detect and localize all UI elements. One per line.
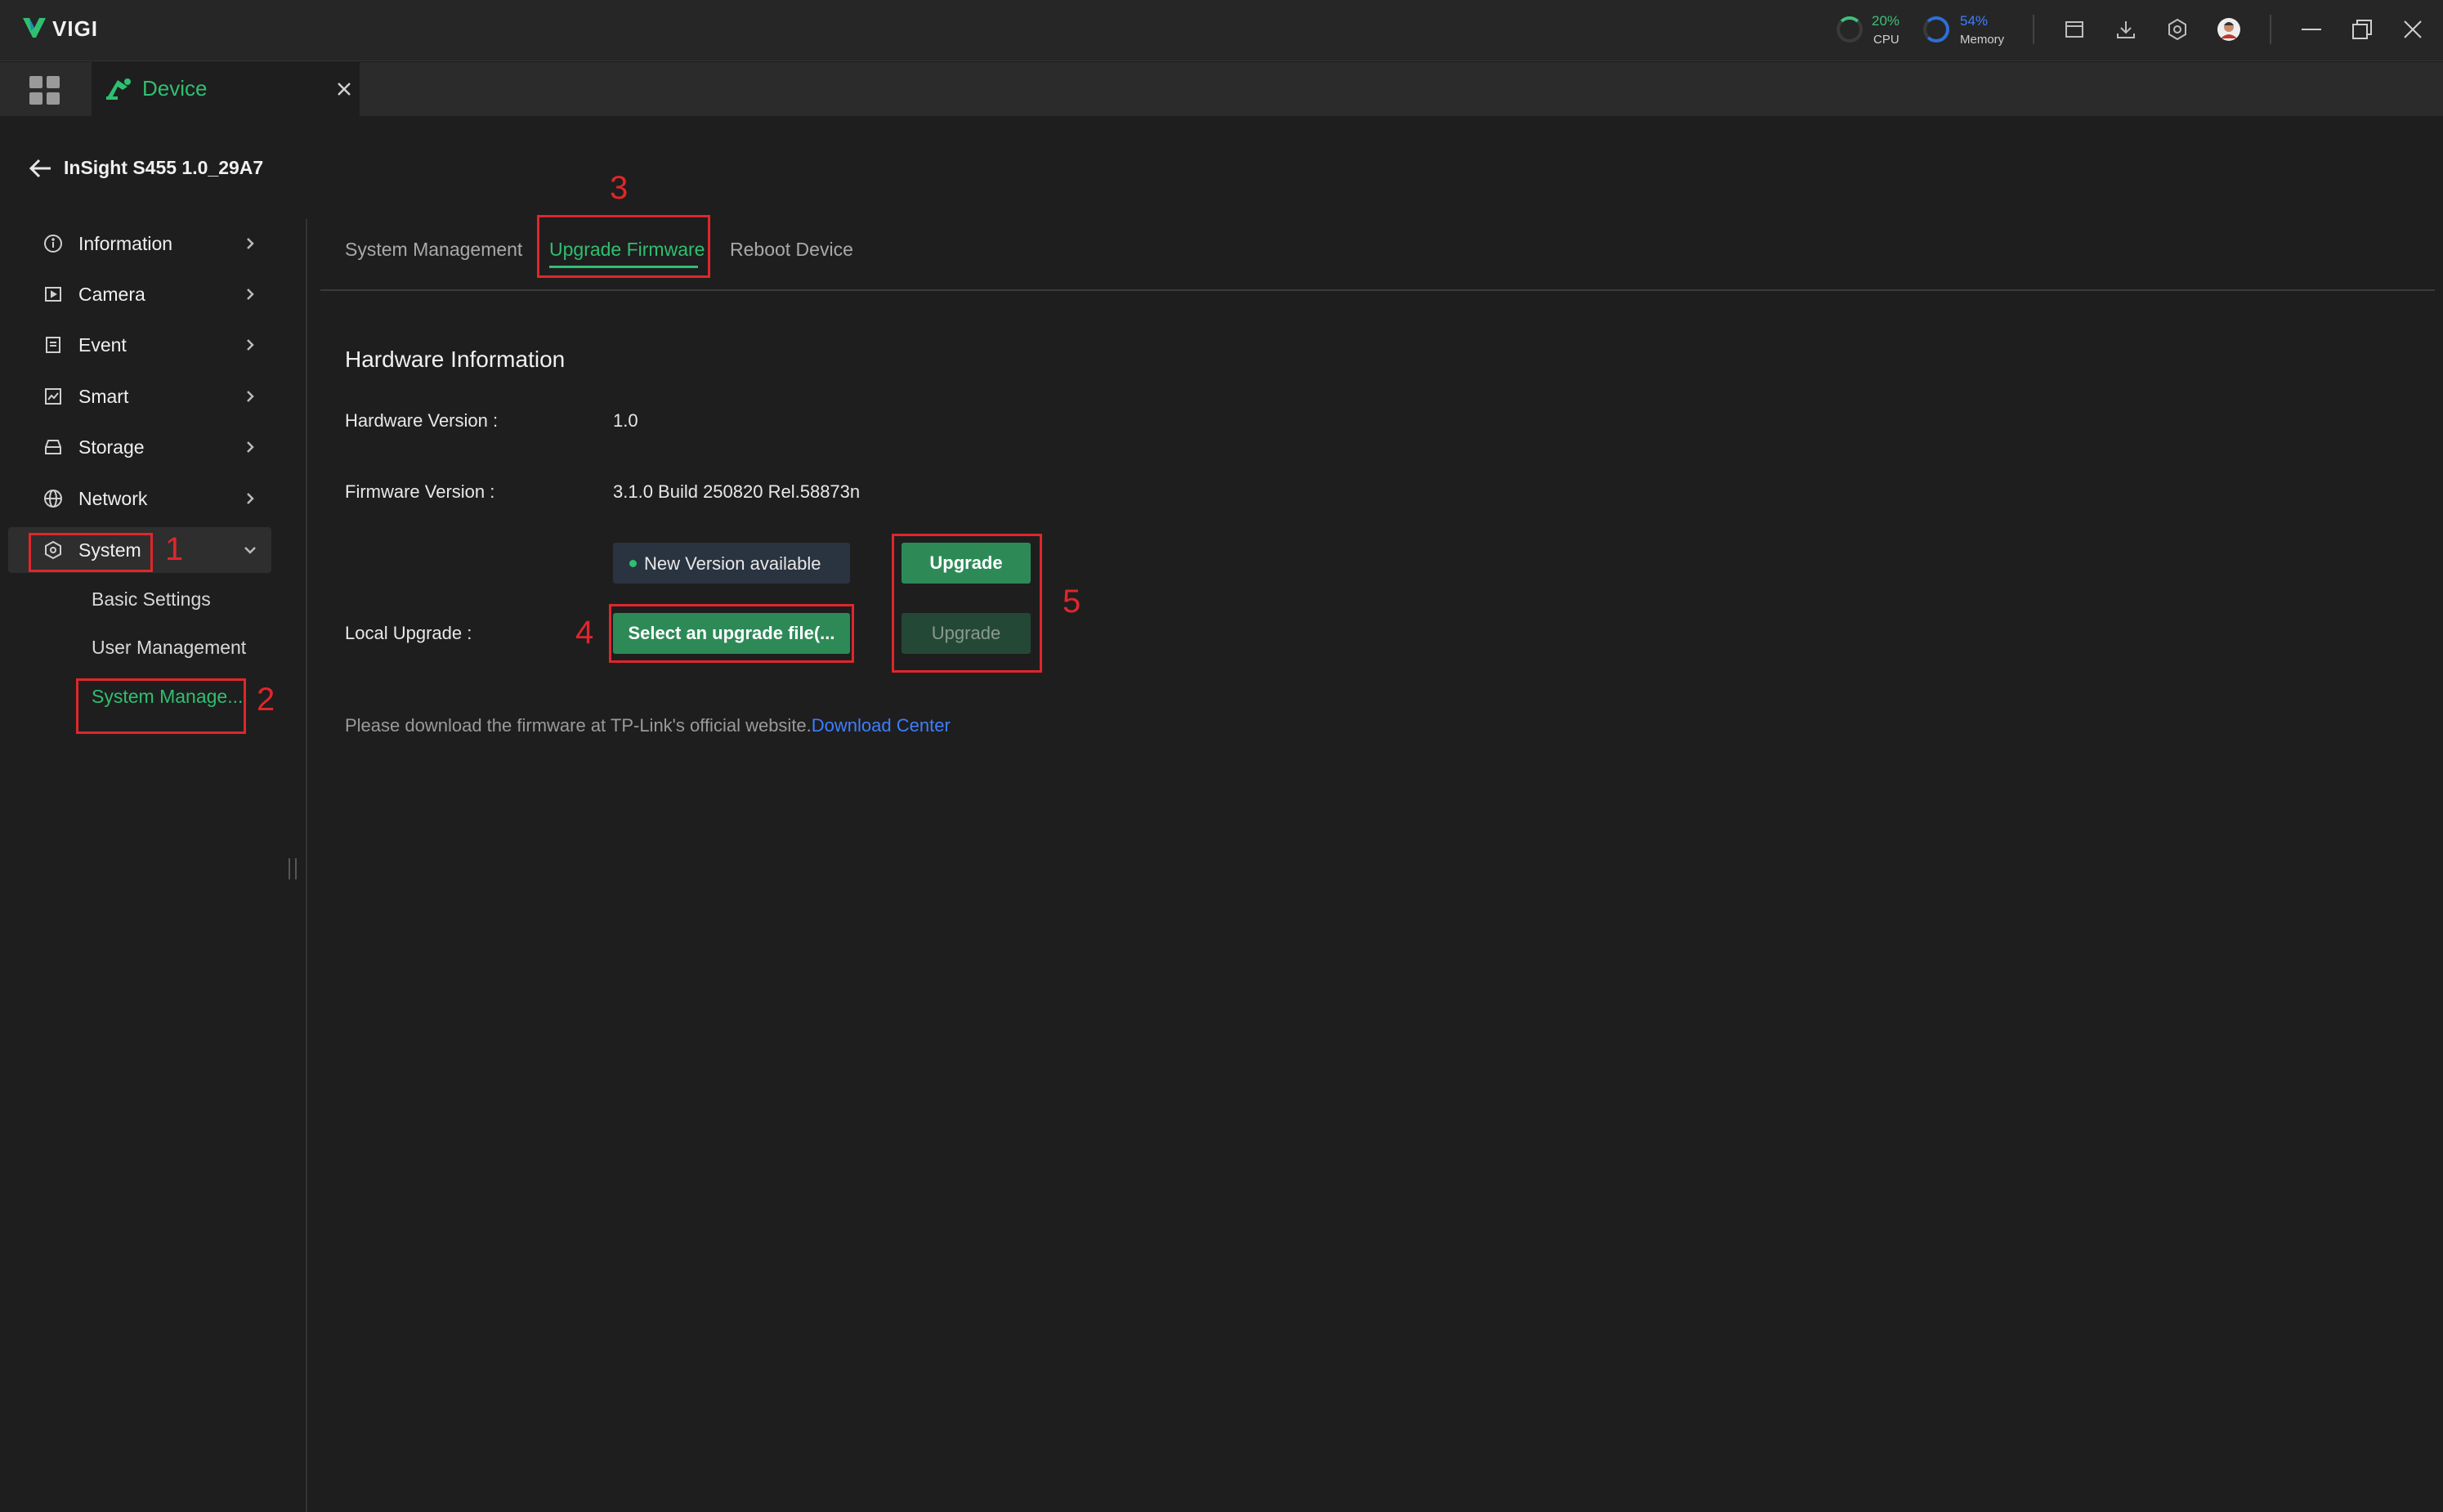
app-name: VIGI (52, 16, 99, 41)
close-window-icon[interactable] (2398, 15, 2427, 44)
chevron-down-icon (241, 541, 259, 559)
minimize-icon[interactable] (2297, 15, 2326, 44)
annotation-number-5: 5 (1063, 584, 1081, 620)
annotation-number-1: 1 (165, 531, 184, 567)
back-arrow-icon[interactable] (28, 155, 54, 181)
sidebar-subitem-user-management[interactable]: User Management (92, 637, 246, 659)
settings-icon[interactable] (2163, 15, 2192, 44)
divider (2033, 15, 2034, 44)
sidebar-item-label: Storage (78, 436, 145, 458)
device-title: InSight S455 1.0_29A7 (64, 157, 264, 178)
local-upgrade-label: Local Upgrade : (345, 623, 472, 643)
tab-reboot-device[interactable]: Reboot Device (730, 239, 853, 261)
download-icon[interactable] (2111, 15, 2141, 44)
sidebar-item-network[interactable]: Network (8, 476, 271, 521)
annotation-number-4: 4 (575, 615, 594, 651)
vigi-logo-icon (21, 15, 47, 41)
device-icon (105, 75, 132, 101)
download-center-link[interactable]: Download Center (812, 715, 951, 736)
info-icon (43, 233, 64, 254)
divider (2270, 15, 2271, 44)
new-version-badge: New Version available (613, 543, 850, 584)
annotation-box-2 (76, 678, 246, 734)
tab-system-management[interactable]: System Management (345, 239, 522, 261)
chevron-right-icon (241, 387, 259, 405)
chevron-right-icon (241, 438, 259, 456)
window-icon[interactable] (2060, 15, 2089, 44)
sidebar-item-label: Event (78, 333, 127, 356)
tab-device-label: Device (142, 76, 208, 101)
storage-icon (43, 436, 64, 458)
sidebar-item-label: Camera (78, 283, 145, 305)
avatar[interactable] (2214, 15, 2244, 44)
restore-icon[interactable] (2347, 15, 2377, 44)
resize-handle[interactable] (289, 858, 297, 879)
sidebar-item-label: Information (78, 232, 173, 254)
firmware-version-label: Firmware Version : (345, 481, 495, 502)
sidebar-item-label: Network (78, 487, 148, 509)
smart-icon (43, 386, 64, 407)
close-tab-icon[interactable] (333, 78, 355, 100)
sidebar-item-label: Smart (78, 385, 129, 407)
sidebar-subitem-basic-settings[interactable]: Basic Settings (92, 588, 211, 611)
grid-menu-icon[interactable] (29, 76, 60, 105)
download-note: Please download the firmware at TP-Link'… (345, 715, 951, 736)
chevron-right-icon (241, 336, 259, 354)
new-version-text: New Version available (644, 553, 821, 574)
main-area: InSight S455 1.0_29A7 Information Camera… (0, 116, 2443, 1512)
cpu-label: CPU (1873, 33, 1899, 47)
memory-label: Memory (1960, 33, 2005, 47)
chevron-right-icon (241, 285, 259, 303)
title-bar: VIGI 20% CPU 54% Memory (0, 0, 2443, 61)
sidebar-item-storage[interactable]: Storage (8, 424, 271, 470)
tabs-divider (320, 289, 2435, 291)
sidebar-item-event[interactable]: Event (8, 322, 271, 368)
annotation-box-1 (29, 533, 153, 572)
sidebar-item-information[interactable]: Information (8, 221, 271, 266)
sidebar-item-camera[interactable]: Camera (8, 271, 271, 317)
download-note-text: Please download the firmware at TP-Link'… (345, 715, 812, 736)
sidebar-item-smart[interactable]: Smart (8, 374, 271, 419)
section-heading: Hardware Information (345, 347, 566, 372)
chevron-right-icon (241, 235, 259, 253)
chevron-right-icon (241, 490, 259, 508)
event-icon (43, 334, 64, 356)
annotation-box-3 (537, 215, 710, 278)
tab-bar: Device (0, 62, 2443, 116)
camera-icon (43, 284, 64, 305)
hardware-version-label: Hardware Version : (345, 410, 499, 431)
sidebar-divider (306, 219, 307, 1512)
cpu-value: 20% (1872, 13, 1900, 29)
annotation-number-2: 2 (257, 682, 275, 718)
annotation-box-5 (892, 534, 1042, 673)
annotation-box-4 (609, 604, 854, 663)
network-icon (43, 488, 64, 509)
status-dot-icon (629, 560, 637, 567)
firmware-version-value: 3.1.0 Build 250820 Rel.58873n (613, 481, 861, 502)
memory-ring-icon (1923, 16, 1949, 42)
cpu-ring-icon (1837, 16, 1863, 42)
annotation-number-3: 3 (610, 170, 629, 206)
tab-device[interactable]: Device (92, 62, 360, 116)
memory-value: 54% (1960, 13, 1989, 29)
hardware-version-value: 1.0 (613, 410, 638, 431)
